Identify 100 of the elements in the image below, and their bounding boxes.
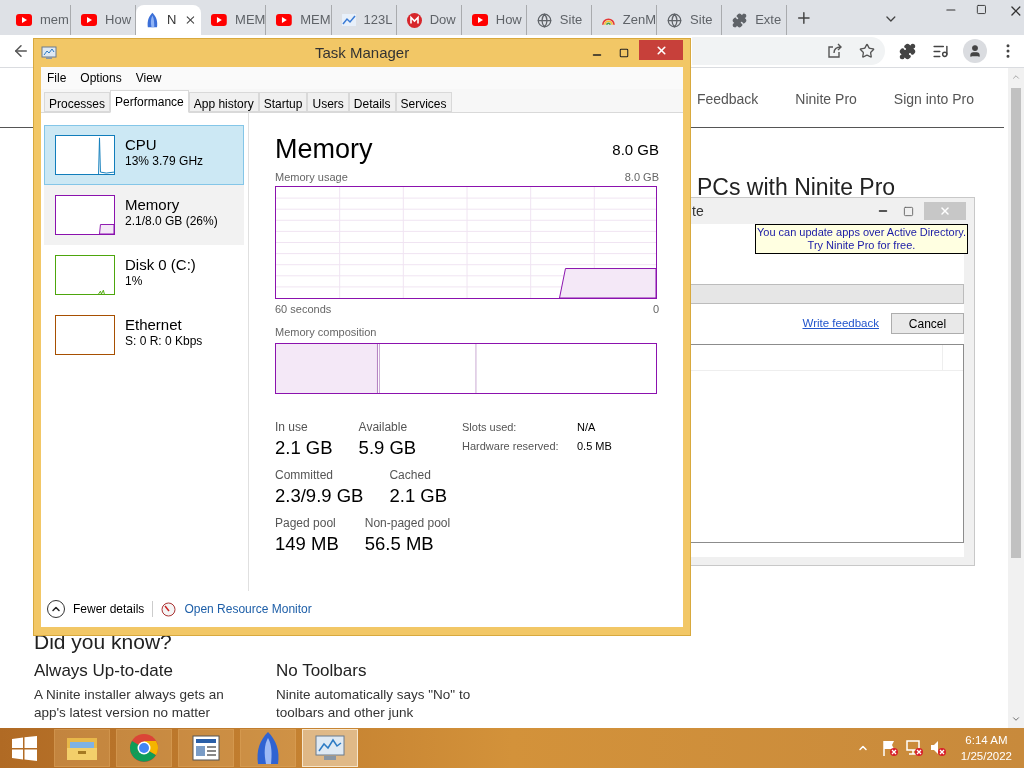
restore-icon[interactable] — [975, 4, 987, 15]
time-span-label: 60 seconds — [275, 301, 332, 317]
stat-value: 56.5 MB — [364, 531, 435, 556]
close-icon — [654, 43, 668, 57]
globe-icon — [536, 12, 552, 28]
feature-description: A Ninite installer always gets an app's latest version no matter — [34, 686, 224, 722]
resource-item[interactable]: Ethernet S: 0 R: 0 Kbps — [44, 305, 244, 365]
menu-item[interactable]: Options — [80, 69, 122, 87]
stat-value: 2.1 GB — [389, 483, 448, 508]
graph-label: Memory usage — [275, 170, 348, 185]
taskbar-app[interactable] — [240, 729, 296, 767]
muted-speaker-icon[interactable] — [928, 739, 947, 757]
promo-tooltip: You can update apps over Active Directory. Try Ninite Pro for free. — [755, 224, 968, 254]
scrollbar-thumb[interactable] — [1011, 88, 1021, 558]
video-icon — [211, 14, 228, 26]
taskbar-app[interactable] — [116, 729, 172, 767]
tab-title: Dow — [429, 11, 456, 30]
video-icon — [471, 14, 488, 26]
resource-detail: 1% — [125, 274, 144, 289]
badge-icon — [406, 12, 422, 28]
memory-total: 8.0 GB — [612, 139, 659, 160]
dialog-title: te — [692, 201, 704, 221]
stat-value: 149 MB — [275, 531, 339, 556]
address-bar[interactable] — [692, 37, 885, 65]
profile-avatar[interactable] — [963, 39, 987, 63]
tab[interactable]: Users — [307, 92, 349, 112]
maximize-icon[interactable] — [619, 48, 629, 58]
shell-icon — [255, 732, 281, 764]
feedback-link[interactable]: Write feedback — [802, 314, 879, 333]
stat-label: Committed — [275, 466, 334, 484]
page-heading: PCs with Ninite Pro — [697, 173, 897, 202]
taskbar-app[interactable] — [178, 729, 234, 767]
tab-title: ZenM — [622, 11, 657, 30]
stat-label: Non-paged pool — [364, 514, 451, 532]
tab-title: Site — [690, 11, 713, 30]
property-value: N/A — [577, 419, 596, 435]
tab[interactable]: Startup — [258, 92, 308, 112]
back-icon[interactable] — [12, 42, 30, 60]
tab-title: mem — [40, 11, 69, 30]
resource-detail: S: 0 R: 0 Kbps — [125, 334, 203, 349]
resource-monitor-link[interactable]: Open Resource Monitor — [184, 600, 312, 618]
globe-icon — [667, 12, 683, 28]
stat-value: 5.9 GB — [358, 435, 417, 460]
tab-title: How — [495, 11, 522, 30]
app-icon — [41, 46, 57, 60]
start-icon[interactable] — [12, 735, 37, 761]
resource-item[interactable]: CPU 13% 3.79 GHz — [44, 125, 244, 185]
puzzle-icon — [732, 12, 748, 28]
menu-item[interactable]: File — [47, 69, 67, 87]
chart-icon — [341, 14, 356, 26]
resource-name: Memory — [125, 195, 181, 214]
clock-date: 1/25/2022 — [960, 749, 1012, 764]
share-icon[interactable] — [827, 43, 843, 59]
tab[interactable]: Details — [348, 92, 396, 112]
video-icon — [16, 14, 32, 26]
tab-title: MEM — [235, 11, 266, 30]
resource-item[interactable]: Disk 0 (C:) 1% — [44, 245, 244, 305]
nav-link[interactable]: Feedback — [696, 88, 759, 110]
tab-title: Site — [559, 11, 583, 30]
resource-name: CPU — [125, 135, 158, 154]
flag-icon[interactable] — [880, 739, 899, 757]
stat-value: 2.1 GB — [275, 435, 333, 460]
resource-detail: 13% 3.79 GHz — [125, 154, 204, 169]
time-end-label: 0 — [652, 301, 659, 317]
tab[interactable]: Processes — [44, 92, 111, 112]
cancel-button[interactable]: Cancel — [891, 313, 964, 334]
gauge-icon — [161, 601, 177, 617]
resource-detail: 2.1/8.0 GB (26%) — [125, 214, 218, 229]
close-button[interactable] — [639, 40, 683, 60]
bookmark-star-icon[interactable] — [859, 43, 875, 59]
menu-item[interactable]: View — [135, 69, 162, 87]
scrollbar[interactable] — [1008, 68, 1024, 728]
resource-item[interactable]: Memory 2.1/8.0 GB (26%) — [44, 185, 244, 245]
stat-label: Available — [358, 418, 409, 436]
tab-title: 123L — [363, 11, 393, 30]
stat-label: In use — [275, 418, 309, 436]
tab[interactable]: Services — [395, 92, 452, 112]
new-tab-icon[interactable] — [795, 9, 813, 27]
stat-label: Paged pool — [275, 514, 337, 532]
clock-time: 6:14 AM — [965, 733, 1008, 748]
feature-title: Always Up-to-date — [34, 659, 174, 682]
stat-value: 2.3/9.9 GB — [275, 483, 364, 508]
extensions-icon[interactable] — [899, 42, 916, 60]
nav-link[interactable]: Ninite Pro — [795, 88, 857, 110]
detail-title: Memory — [275, 133, 373, 165]
tab[interactable]: App history — [188, 92, 259, 112]
video-icon — [276, 14, 293, 26]
network-icon[interactable] — [904, 739, 923, 757]
nav-link[interactable]: Sign into Pro — [893, 88, 974, 110]
monitor-icon — [314, 734, 346, 762]
fewer-details-button[interactable]: Fewer details — [47, 600, 145, 618]
window-title: Task Manager — [315, 42, 410, 63]
resource-name: Disk 0 (C:) — [125, 255, 196, 274]
tab-title: Exte — [755, 11, 782, 30]
tab-title: How — [105, 11, 132, 30]
browser-tab[interactable]: N — [136, 5, 202, 35]
property-value: 0.5 MB — [577, 439, 612, 454]
tab[interactable]: Performance — [110, 90, 189, 113]
scroll-down-icon[interactable] — [1011, 714, 1021, 724]
resource-name: Ethernet — [125, 315, 183, 334]
